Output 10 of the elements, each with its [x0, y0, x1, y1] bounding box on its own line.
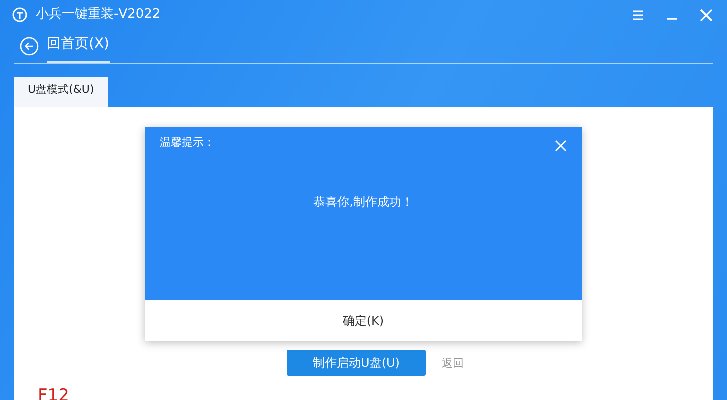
- logo-icon: [12, 7, 28, 23]
- dialog-message: 恭喜你,制作成功！: [312, 194, 414, 211]
- back-link[interactable]: 返回: [442, 356, 464, 372]
- make-boot-usb-button[interactable]: 制作启动U盘(U): [287, 350, 426, 376]
- home-link[interactable]: 回首页(X): [47, 28, 110, 63]
- ok-button[interactable]: 确定(K): [336, 310, 390, 332]
- dialog-title: 温馨提示：: [160, 135, 215, 151]
- mode-tab[interactable]: U盘模式(&U): [14, 77, 108, 106]
- window-title: 小兵一键重装-V2022: [36, 6, 161, 24]
- close-icon[interactable]: [554, 139, 568, 153]
